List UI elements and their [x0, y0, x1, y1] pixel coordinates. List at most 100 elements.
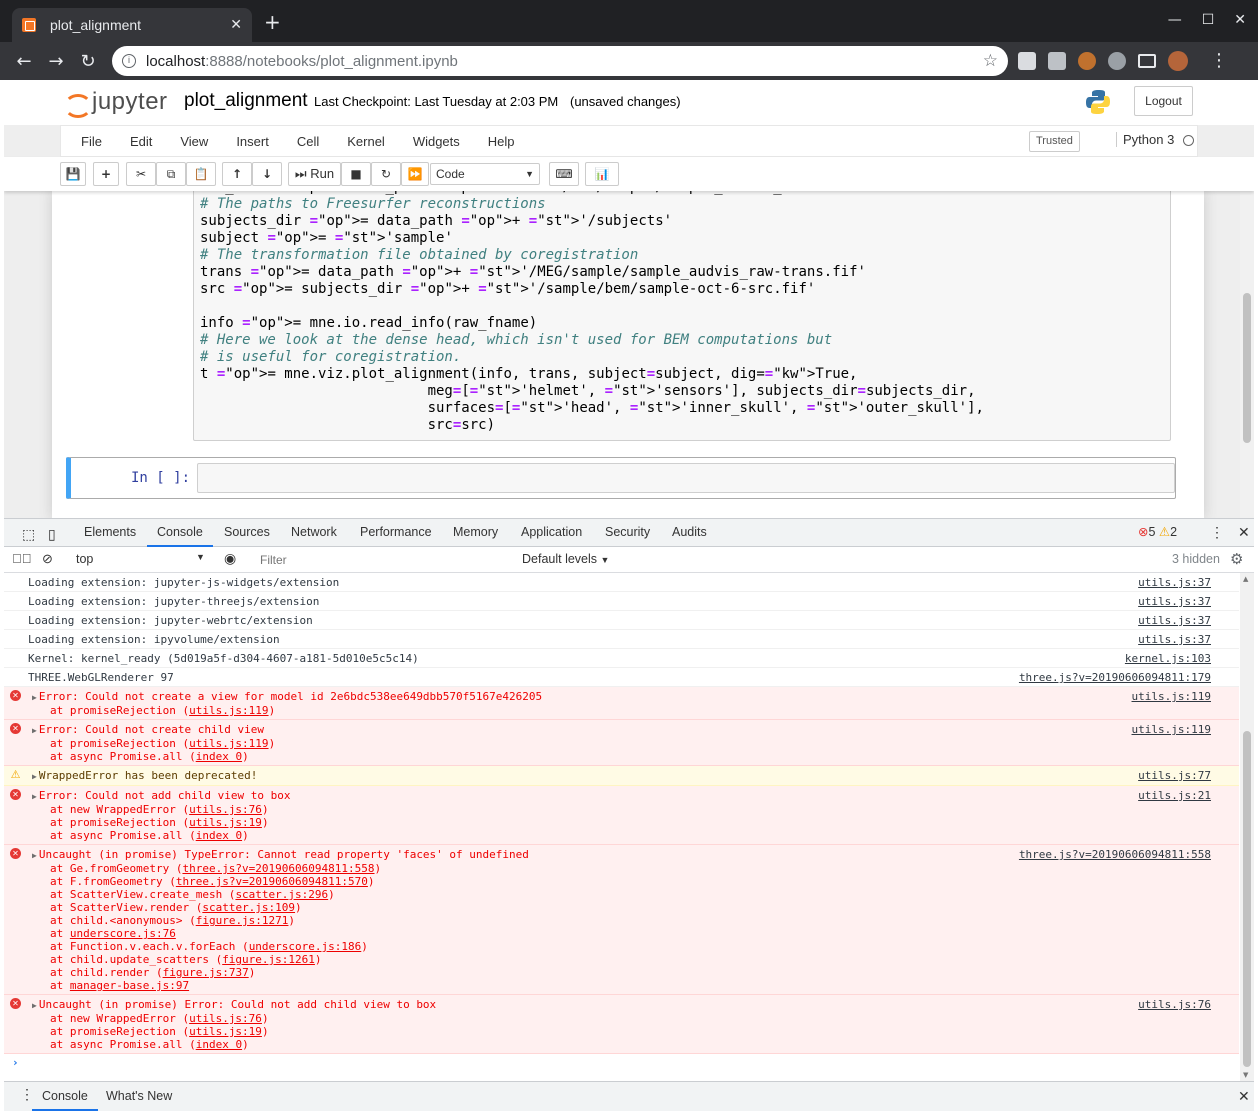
tab-network[interactable]: Network	[281, 519, 347, 547]
console-source-link[interactable]: utils.js:37	[1138, 595, 1211, 608]
tab-memory[interactable]: Memory	[443, 519, 508, 547]
stack-frame-link[interactable]: figure.js:737	[163, 966, 249, 979]
logout-button[interactable]: Logout	[1134, 86, 1193, 116]
interrupt-icon[interactable]: ■	[341, 162, 371, 186]
expand-triangle-icon[interactable]: ▶	[32, 772, 37, 781]
console-message-error[interactable]: ✕ ▶ Uncaught (in promise) Error: Could not…	[4, 995, 1239, 1054]
forward-icon[interactable]: →	[40, 51, 72, 72]
menu-help[interactable]: Help	[468, 134, 515, 149]
console-message-error[interactable]: ✕ ▶ Error: Could not add child view to box…	[4, 786, 1239, 845]
console-message-info[interactable]: Loading extension: jupyter-js-widgets/ex…	[4, 573, 1239, 592]
console-source-link[interactable]: utils.js:77	[1138, 769, 1211, 782]
console-source-link[interactable]: three.js?v=20190606094811:558	[1019, 848, 1211, 861]
scroll-up-icon[interactable]: ▲	[1243, 575, 1248, 583]
console-source-link[interactable]: utils.js:37	[1138, 576, 1211, 589]
stack-frame-link[interactable]: utils.js:119	[189, 737, 268, 750]
browser-menu-icon[interactable]: ⋮	[1210, 50, 1228, 71]
close-window-icon[interactable]: ✕	[1234, 12, 1246, 28]
jupyter-logo[interactable]: jupyter	[64, 88, 168, 118]
copy-icon[interactable]: ⧉	[156, 162, 186, 186]
back-icon[interactable]: ←	[8, 51, 40, 72]
bookmark-star-icon[interactable]: ☆	[983, 51, 998, 71]
stack-frame-link[interactable]: underscore.js:186	[249, 940, 362, 953]
browser-tab[interactable]: plot_alignment ✕	[12, 8, 252, 42]
reload-icon[interactable]: ↻	[72, 51, 104, 72]
console-source-link[interactable]: kernel.js:103	[1125, 652, 1211, 665]
stack-frame-link[interactable]: three.js?v=20190606094811:558	[182, 862, 374, 875]
close-drawer-icon[interactable]: ✕	[1228, 1082, 1258, 1110]
stack-frame-link[interactable]: utils.js:119	[189, 704, 268, 717]
close-tab-icon[interactable]: ✕	[230, 17, 242, 33]
console-source-link[interactable]: utils.js:21	[1138, 789, 1211, 802]
close-devtools-icon[interactable]: ✕	[1228, 519, 1258, 547]
trusted-badge[interactable]: Trusted	[1029, 131, 1080, 152]
console-source-link[interactable]: utils.js:37	[1138, 614, 1211, 627]
console-message-warn[interactable]: ⚠ ▶ WrappedError has been deprecated! utils…	[4, 766, 1239, 786]
console-filter-input[interactable]	[254, 550, 514, 570]
minimize-icon[interactable]: —	[1168, 12, 1182, 28]
expand-triangle-icon[interactable]: ▶	[32, 851, 37, 860]
console-message-info[interactable]: Loading extension: jupyter-threejs/exten…	[4, 592, 1239, 611]
expand-triangle-icon[interactable]: ▶	[32, 1001, 37, 1010]
console-source-link[interactable]: three.js?v=20190606094811:179	[1019, 671, 1211, 684]
stack-frame-link[interactable]: utils.js:19	[189, 1025, 262, 1038]
cast-icon[interactable]	[1138, 53, 1156, 68]
stack-frame-link[interactable]: utils.js:76	[189, 1012, 262, 1025]
code-cell-input[interactable]: raw_fname ="op">= data_path ="op">+ ="st…	[193, 191, 1171, 441]
maximize-icon[interactable]: ☐	[1202, 12, 1215, 28]
console-prompt[interactable]: ›	[4, 1054, 1239, 1072]
issue-counts[interactable]: ⊗5 ⚠2	[1128, 519, 1187, 547]
scroll-down-icon[interactable]: ▼	[1243, 1071, 1248, 1079]
sidebar-toggle-icon[interactable]: ▸⃞	[12, 551, 32, 566]
stack-frame-link[interactable]: index 0	[196, 750, 242, 763]
tab-application[interactable]: Application	[511, 519, 592, 547]
clear-console-icon[interactable]: ⊘	[42, 551, 53, 567]
drawer-tab-whats-new[interactable]: What's New	[96, 1082, 182, 1110]
drawer-tab-console[interactable]: Console	[32, 1082, 98, 1111]
menu-cell[interactable]: Cell	[277, 134, 319, 149]
console-message-info[interactable]: Loading extension: ipyvolume/extension ut…	[4, 630, 1239, 649]
cut-icon[interactable]: ✂	[126, 162, 156, 186]
run-button[interactable]: ⏭ Run	[288, 162, 341, 186]
tab-performance[interactable]: Performance	[350, 519, 442, 547]
avatar[interactable]	[1168, 50, 1188, 71]
basketball-extension-icon[interactable]	[1078, 51, 1096, 70]
console-source-link[interactable]: utils.js:119	[1132, 690, 1211, 703]
restart-run-all-icon[interactable]: ⏩	[401, 162, 429, 186]
menu-widgets[interactable]: Widgets	[393, 134, 460, 149]
add-cell-icon[interactable]: +	[93, 162, 119, 186]
console-scrollbar-thumb[interactable]	[1243, 731, 1251, 1067]
context-chevron-icon[interactable]: ▼	[196, 552, 205, 562]
paste-icon[interactable]: 📋	[186, 162, 216, 186]
info-icon[interactable]: i	[122, 54, 136, 68]
stack-frame-link[interactable]: figure.js:1261	[222, 953, 315, 966]
new-tab-icon[interactable]: +	[264, 12, 281, 32]
save-icon[interactable]: 💾	[60, 162, 86, 186]
stack-frame-link[interactable]: utils.js:19	[189, 816, 262, 829]
stack-frame-link[interactable]: index 0	[196, 1038, 242, 1051]
console-message-error[interactable]: ✕ ▶ Error: Could not create a view for mod…	[4, 687, 1239, 720]
menu-file[interactable]: File	[61, 134, 102, 149]
tab-audits[interactable]: Audits	[662, 519, 717, 547]
stack-frame-link[interactable]: three.js?v=20190606094811:570	[176, 875, 368, 888]
device-toolbar-icon[interactable]: ▯	[38, 521, 66, 549]
menu-kernel[interactable]: Kernel	[327, 134, 385, 149]
expand-triangle-icon[interactable]: ▶	[32, 792, 37, 801]
document-extension-icon[interactable]	[1018, 51, 1036, 70]
tab-console[interactable]: Console	[147, 519, 213, 547]
eye-icon[interactable]: ◉	[224, 550, 236, 567]
empty-cell-input[interactable]	[197, 463, 1175, 493]
chart-icon[interactable]: 📊	[585, 162, 619, 186]
console-message-info[interactable]: Kernel: kernel_ready (5d019a5f-d304-4607…	[4, 649, 1239, 668]
move-down-icon[interactable]: ↓	[252, 162, 282, 186]
tab-sources[interactable]: Sources	[214, 519, 280, 547]
cell-type-select[interactable]: Code ▼	[430, 163, 540, 185]
restart-icon[interactable]: ↻	[371, 162, 401, 186]
console-source-link[interactable]: utils.js:37	[1138, 633, 1211, 646]
move-up-icon[interactable]: ↑	[222, 162, 252, 186]
stack-frame-link[interactable]: utils.js:76	[189, 803, 262, 816]
script-extension-icon[interactable]	[1108, 51, 1126, 70]
tab-elements[interactable]: Elements	[74, 519, 146, 547]
console-message-info[interactable]: Loading extension: jupyter-webrtc/extens…	[4, 611, 1239, 630]
shield-extension-icon[interactable]	[1048, 51, 1066, 70]
